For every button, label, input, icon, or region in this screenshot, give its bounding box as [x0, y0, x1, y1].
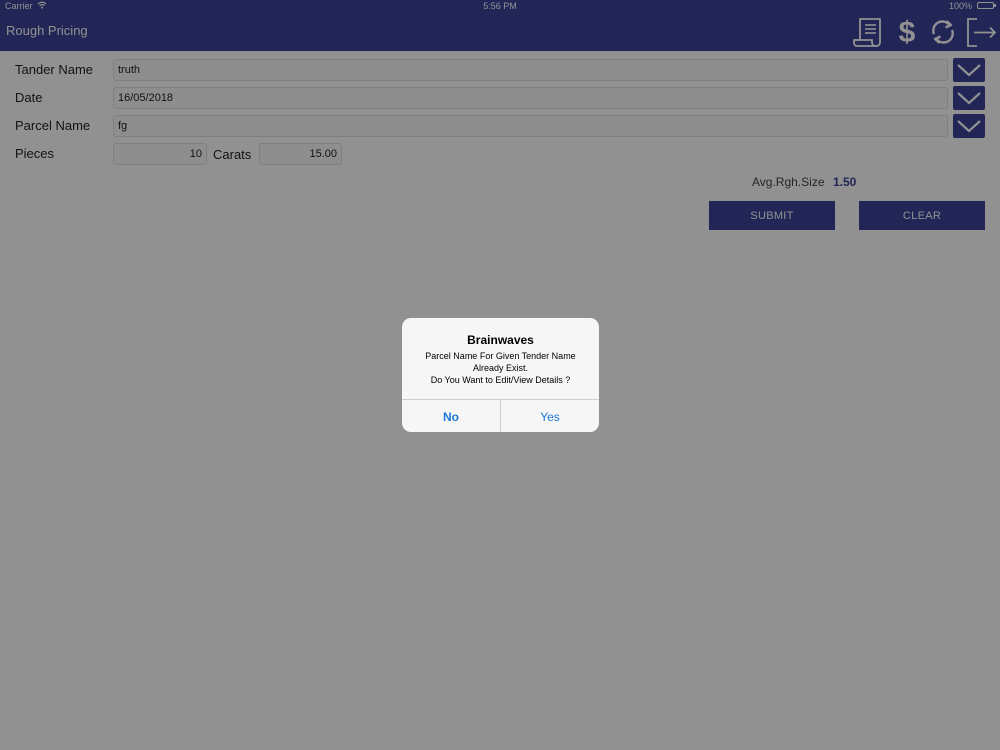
alert-no-button[interactable]: No — [402, 400, 501, 432]
alert-actions: No Yes — [402, 399, 599, 432]
alert-yes-button[interactable]: Yes — [501, 400, 599, 432]
alert-message-line: Already Exist. — [472, 363, 529, 373]
alert-message-line: Parcel Name For Given Tender Name — [425, 351, 576, 361]
alert-dialog: Brainwaves Parcel Name For Given Tender … — [402, 318, 599, 432]
alert-message-line: Do You Want to Edit/View Details ? — [430, 375, 571, 385]
alert-title: Brainwaves — [467, 333, 534, 347]
alert-message: Parcel Name For Given Tender Name Alread… — [402, 350, 599, 386]
